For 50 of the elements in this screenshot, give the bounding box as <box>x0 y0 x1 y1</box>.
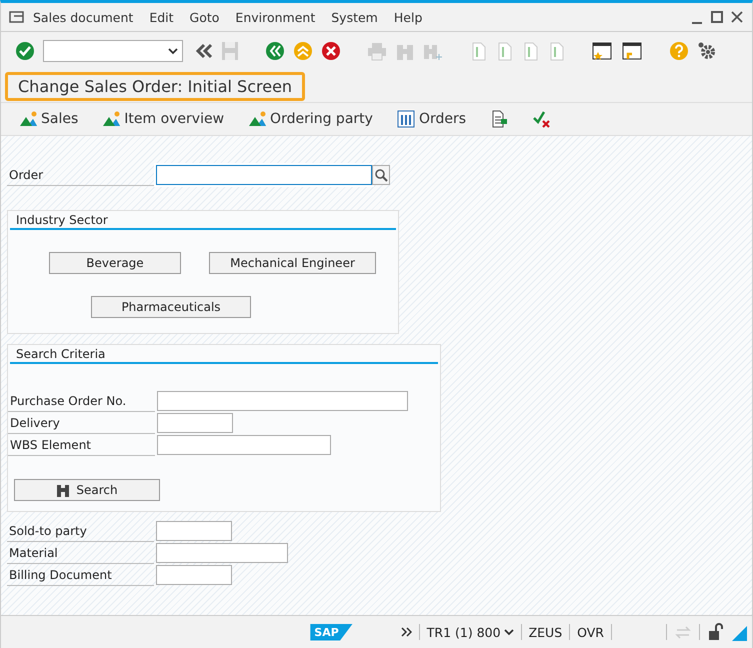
field-label: Purchase Order No. <box>8 390 155 412</box>
search-button[interactable]: Search <box>14 479 160 501</box>
input-field[interactable] <box>157 391 408 411</box>
mountain-icon <box>19 109 37 129</box>
document-icon[interactable] <box>490 109 508 129</box>
toolbar-button[interactable]: Sales <box>19 109 78 129</box>
mountain-icon <box>102 109 120 129</box>
input-field[interactable] <box>156 565 232 585</box>
columns-icon <box>396 109 415 129</box>
toolbar-button[interactable]: Item overview <box>102 109 224 129</box>
menu-item[interactable]: Environment <box>227 10 324 24</box>
sector-button[interactable]: Pharmaceuticals <box>91 296 251 318</box>
field-label: Sold-to party <box>7 520 154 542</box>
padlock-icon[interactable] <box>707 622 723 642</box>
input-field[interactable] <box>157 413 233 433</box>
cancel-icon[interactable] <box>321 41 341 61</box>
field-label: Material <box>7 542 154 564</box>
field-label: Delivery <box>8 412 155 434</box>
toolbar-button[interactable]: Orders <box>396 109 466 129</box>
logo: SAP <box>310 624 353 640</box>
printer-icon[interactable] <box>367 41 387 61</box>
help-icon[interactable] <box>669 41 689 61</box>
settings-icon[interactable] <box>697 41 717 61</box>
menu-item[interactable]: Help <box>386 10 430 24</box>
mountain-icon <box>248 109 266 129</box>
menu-item[interactable]: Sales document <box>25 10 142 24</box>
double-chevron-icon[interactable] <box>195 41 213 61</box>
input-field[interactable] <box>157 435 331 455</box>
group-title: Industry Sector <box>10 211 396 230</box>
up-icon[interactable] <box>293 41 313 61</box>
sector-button[interactable]: Mechanical Engineer <box>209 252 376 274</box>
sector-button[interactable]: Beverage <box>49 252 181 274</box>
command-field[interactable] <box>43 40 183 62</box>
input-field[interactable] <box>156 521 232 541</box>
menu-item[interactable]: Edit <box>141 10 182 24</box>
group-title: Search Criteria <box>10 345 438 364</box>
insert-mode: OVR <box>577 624 604 640</box>
menu-item[interactable]: System <box>323 10 386 24</box>
input-field[interactable] <box>156 165 372 185</box>
checkmark-cross-icon[interactable] <box>532 109 550 129</box>
toolbar-button[interactable]: Ordering party <box>248 109 373 129</box>
system-info: TR1 (1) 800 <box>426 624 501 640</box>
menu-item[interactable]: Goto <box>182 10 228 24</box>
input-field[interactable] <box>156 543 288 563</box>
checkmark-icon[interactable] <box>15 41 35 61</box>
screen-title: Change Sales Order: Initial Screen <box>5 72 306 100</box>
back-icon[interactable] <box>265 41 285 61</box>
user-name: ZEUS <box>528 624 562 640</box>
field-label: Billing Document <box>7 564 154 586</box>
field-label: WBS Element <box>8 434 155 456</box>
